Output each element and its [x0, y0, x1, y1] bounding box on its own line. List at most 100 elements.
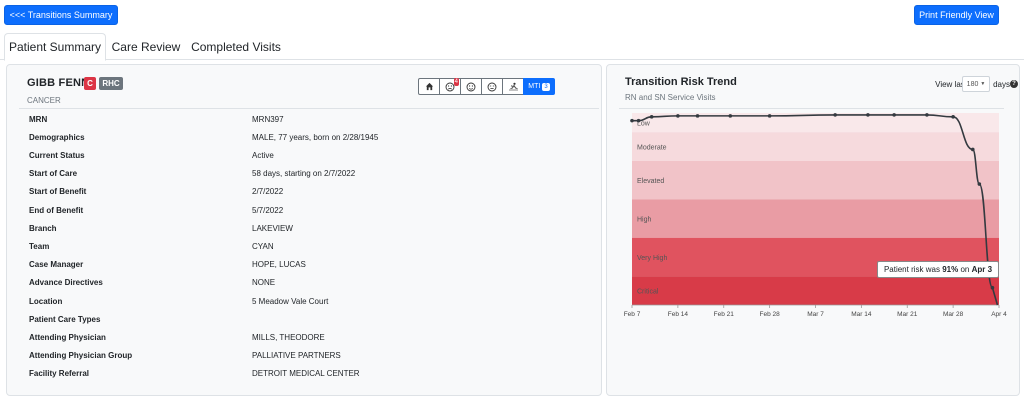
- risk-band-elevated: [632, 161, 999, 200]
- info-value: PALLIATIVE PARTNERS: [252, 351, 341, 361]
- info-label: Case Manager: [29, 260, 84, 270]
- x-tick-label: Feb 14: [668, 311, 689, 318]
- info-row: Patient Care Types: [29, 310, 252, 328]
- info-label: Current Status: [29, 150, 85, 160]
- chart-tooltip: Patient risk was 91% on Apr 3: [877, 261, 999, 278]
- risk-data-point[interactable]: [767, 114, 772, 118]
- neutral-face-button[interactable]: [460, 78, 482, 95]
- info-value: LAKEVIEW: [252, 223, 293, 233]
- risk-data-point[interactable]: [892, 113, 896, 117]
- risk-data-point[interactable]: [695, 114, 700, 118]
- info-value: MALE, 77 years, born on 2/28/1945: [252, 132, 379, 142]
- home-button[interactable]: [418, 78, 440, 95]
- risk-band-high: [632, 199, 999, 238]
- home-icon: [425, 82, 433, 91]
- risk-data-point[interactable]: [951, 115, 955, 119]
- walking-button[interactable]: [502, 78, 524, 95]
- info-value: 5/7/2022: [252, 205, 284, 215]
- risk-data-point[interactable]: [977, 182, 982, 186]
- mti-label: MTI: [528, 83, 541, 90]
- transition-risk-card: Transition Risk Trend RN and SN Service …: [606, 64, 1020, 396]
- risk-data-point[interactable]: [833, 113, 837, 117]
- info-value: CYAN: [252, 241, 274, 251]
- tooltip-date: Apr 3: [971, 265, 993, 274]
- walking-icon: [508, 82, 518, 90]
- sad-count-badge: 4: [453, 78, 459, 86]
- risk-band-label: Moderate: [637, 145, 667, 152]
- patient-summary-card: GIBB FENN C RHC CANCER 4 MTI 3 MRN MRN397…: [6, 64, 602, 396]
- tooltip-value: 91%: [942, 265, 959, 274]
- info-label: Team: [29, 241, 50, 251]
- mti-count-badge: 3: [542, 82, 550, 91]
- info-row: Advance Directives NONE: [29, 274, 275, 292]
- info-value: MILLS, THEODORE: [252, 332, 325, 342]
- tooltip-prefix: Patient risk was: [883, 265, 940, 274]
- x-tick-label: Mar 28: [943, 311, 964, 318]
- risk-data-point[interactable]: [970, 147, 975, 152]
- info-value: HOPE, LUCAS: [252, 260, 306, 270]
- patient-view-button-group: 4 MTI 3: [418, 78, 555, 95]
- top-bar: <<< Transitions Summary Print Friendly V…: [0, 0, 1024, 30]
- info-value: Active: [252, 150, 274, 160]
- rhc-badge: RHC: [99, 77, 123, 90]
- info-row: Current Status Active: [29, 146, 274, 164]
- info-label: Location: [29, 296, 63, 306]
- print-friendly-view-button[interactable]: Print Friendly View: [914, 5, 999, 25]
- x-tick-label: Mar 14: [851, 311, 872, 318]
- risk-data-point[interactable]: [990, 285, 995, 290]
- x-tick-label: Apr 4: [991, 311, 1007, 318]
- risk-data-point[interactable]: [630, 118, 634, 123]
- info-row: Attending Physician Group PALLIATIVE PART…: [29, 347, 341, 365]
- info-row: Branch LAKEVIEW: [29, 219, 293, 237]
- info-label: Advance Directives: [29, 278, 103, 288]
- tab-bar: Patient Summary Care Review Completed Vi…: [0, 33, 1024, 61]
- happy-face-button[interactable]: [481, 78, 503, 95]
- risk-data-point[interactable]: [636, 118, 641, 123]
- risk-data-point[interactable]: [649, 115, 654, 119]
- info-row: Case Manager HOPE, LUCAS: [29, 256, 306, 274]
- info-label: Patient Care Types: [29, 314, 101, 324]
- info-row: Demographics MALE, 77 years, born on 2/28…: [29, 128, 378, 146]
- info-row: Start of Care 58 days, starting on 2/7/20…: [29, 165, 355, 183]
- risk-band-label: Critical: [637, 289, 659, 296]
- risk-data-point[interactable]: [925, 113, 929, 117]
- info-label: Start of Care: [29, 169, 78, 179]
- risk-trend-chart: LowModerateElevatedHighVery HighCritical…: [624, 113, 1007, 318]
- info-value: 5 Meadow Vale Court: [252, 296, 329, 306]
- tab-care-review[interactable]: Care Review: [110, 33, 182, 60]
- risk-band-critical: [632, 276, 999, 305]
- cancer-badge: C: [84, 77, 96, 90]
- info-value: DETROIT MEDICAL CENTER: [252, 369, 360, 379]
- info-value: MRN397: [252, 114, 284, 124]
- tab-completed-visits[interactable]: Completed Visits: [186, 33, 286, 60]
- back-to-transitions-summary-button[interactable]: <<< Transitions Summary: [4, 5, 118, 25]
- info-value: 2/7/2022: [252, 187, 284, 197]
- risk-data-point[interactable]: [866, 113, 870, 117]
- info-row: End of Benefit 5/7/2022: [29, 201, 283, 219]
- tab-patient-summary[interactable]: Patient Summary: [4, 33, 106, 61]
- info-label: End of Benefit: [29, 205, 84, 215]
- info-row: Attending Physician MILLS, THEODORE: [29, 328, 325, 346]
- patient-name: GIBB FENN: [27, 77, 90, 89]
- happy-face-icon: [487, 82, 497, 91]
- risk-band-label: High: [637, 217, 652, 224]
- neutral-face-icon: [466, 82, 476, 91]
- info-label: Facility Referral: [29, 369, 90, 379]
- info-label: Attending Physician: [29, 332, 106, 342]
- info-label: Attending Physician Group: [29, 351, 133, 361]
- info-label: Branch: [29, 223, 57, 233]
- info-row: Team CYAN: [29, 237, 274, 255]
- mti-button[interactable]: MTI 3: [523, 78, 555, 95]
- risk-data-point[interactable]: [728, 114, 733, 118]
- risk-data-point[interactable]: [676, 114, 680, 118]
- info-label: Demographics: [29, 132, 85, 142]
- info-row: Location 5 Meadow Vale Court: [29, 292, 328, 310]
- info-row: Start of Benefit 2/7/2022: [29, 183, 283, 201]
- x-tick-label: Mar 21: [897, 311, 918, 318]
- risk-band-label: Very High: [637, 255, 667, 262]
- risk-band-moderate: [632, 132, 999, 161]
- info-label: MRN: [29, 114, 48, 124]
- info-row: MRN MRN397: [29, 110, 284, 128]
- tooltip-mid: on: [960, 265, 970, 274]
- sad-face-button[interactable]: 4: [439, 78, 461, 95]
